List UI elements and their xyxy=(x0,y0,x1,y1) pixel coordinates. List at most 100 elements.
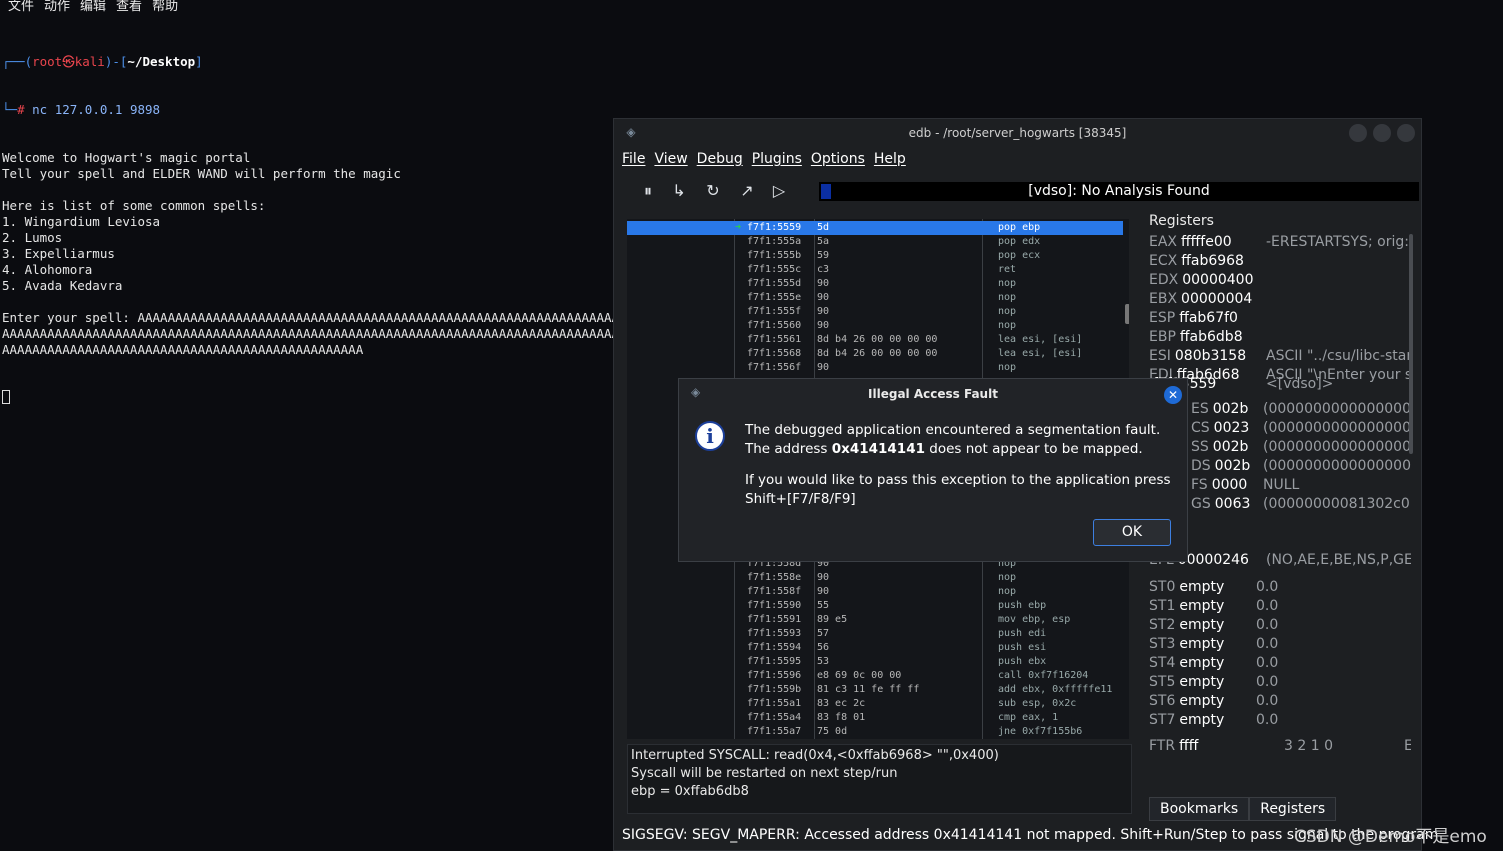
disasm-instruction: mov ebp, esp xyxy=(998,614,1071,625)
disasm-row[interactable]: ➜ f7f1:5559 5d pop ebp xyxy=(627,221,1123,235)
step-into-icon[interactable]: ↳ xyxy=(669,181,689,201)
pause-icon[interactable]: ⏸ xyxy=(638,181,658,201)
disasm-instruction: push edi xyxy=(998,628,1047,639)
analysis-status: [vdso]: No Analysis Found xyxy=(819,182,1419,201)
disasm-instruction: cmp eax, 1 xyxy=(998,712,1059,723)
disasm-instruction: call 0xf7f16204 xyxy=(998,670,1089,681)
prompt-line-2: └─# nc 127.0.0.1 9898 xyxy=(2,102,161,117)
disasm-address: f7f1:5591 xyxy=(747,614,802,625)
disasm-row[interactable]: f7f1:556f 90 nop xyxy=(627,361,1123,375)
menubar-item[interactable]: 查看 xyxy=(116,0,142,14)
disasm-row[interactable]: f7f1:555e 90 nop xyxy=(627,291,1123,305)
disasm-row[interactable]: f7f1:555c c3 ret xyxy=(627,263,1123,277)
run-icon[interactable]: ▷ xyxy=(769,181,789,201)
disasm-row[interactable]: f7f1:559b 81 c3 11 fe ff ff add ebx, 0xfff… xyxy=(627,683,1123,697)
minimize-button[interactable] xyxy=(1349,124,1367,142)
register-value: ffab67f0 xyxy=(1179,310,1238,326)
register-value: 0063 xyxy=(1214,496,1251,512)
efl-row: EFL00000246(NO,AE,E,BE,NS,P,GE xyxy=(1149,552,1411,571)
disasm-instruction: nop xyxy=(998,320,1017,331)
edb-menu-view[interactable]: View xyxy=(654,151,687,167)
step-out-icon[interactable]: ↗ xyxy=(737,181,757,201)
disasm-bytes: 83 f8 01 xyxy=(817,712,866,723)
fpu-row: ST7 empty 0.0 xyxy=(1149,712,1411,731)
ok-button[interactable]: OK xyxy=(1093,519,1171,546)
segment-row: GS 0063 (00000000081302c0 xyxy=(1149,496,1411,515)
disasm-row[interactable]: f7f1:555d 90 nop xyxy=(627,277,1123,291)
disasm-address: f7f1:5595 xyxy=(747,656,802,667)
disasm-bytes: 56 xyxy=(817,642,830,653)
register-value: 00000004 xyxy=(1181,291,1253,307)
disasm-row[interactable]: f7f1:555a 5a pop edx xyxy=(627,235,1123,249)
disasm-row[interactable]: f7f1:558f 90 nop xyxy=(627,585,1123,599)
disasm-row[interactable]: f7f1:5595 53 push ebx xyxy=(627,655,1123,669)
edb-menu-debug[interactable]: Debug xyxy=(697,151,743,167)
terminal-command: nc 127.0.0.1 9898 xyxy=(32,102,161,117)
disasm-instruction: push esi xyxy=(998,642,1047,653)
dialog-close-icon[interactable]: ✕ xyxy=(1164,386,1182,404)
prompt-host: kali xyxy=(74,54,105,69)
tab-bookmarks[interactable]: Bookmarks xyxy=(1149,797,1250,821)
registers-scrollbar[interactable] xyxy=(1409,234,1413,454)
register-value: ffab6db8 xyxy=(1179,329,1243,345)
disasm-row[interactable]: f7f1:5568 8d b4 26 00 00 00 00 lea esi, [e… xyxy=(627,347,1123,361)
disasm-bytes: 53 xyxy=(817,656,830,667)
disasm-bytes: 59 xyxy=(817,250,830,261)
register-row: f7f15559<[vdso]> xyxy=(1149,376,1411,395)
disasm-address: f7f1:5594 xyxy=(747,642,802,653)
register-value: empty xyxy=(1179,598,1225,614)
disasm-row[interactable]: f7f1:5590 55 push ebp xyxy=(627,599,1123,613)
register-value: 002b xyxy=(1212,401,1249,417)
disasm-address: f7f1:5561 xyxy=(747,334,802,345)
disasm-row[interactable]: f7f1:5596 e8 69 0c 00 00 call 0xf7f16204 xyxy=(627,669,1123,683)
disasm-row[interactable]: f7f1:5561 8d b4 26 00 00 00 00 lea esi, [e… xyxy=(627,333,1123,347)
disasm-row[interactable]: f7f1:5591 89 e5 mov ebp, esp xyxy=(627,613,1123,627)
disasm-instruction: lea esi, [esi] xyxy=(998,348,1083,359)
close-window-button[interactable] xyxy=(1397,124,1415,142)
disasm-row[interactable]: f7f1:5560 90 nop xyxy=(627,319,1123,333)
fault-address: 0x41414141 xyxy=(831,441,925,457)
disasm-row[interactable]: f7f1:555b 59 pop ecx xyxy=(627,249,1123,263)
edb-menu-help[interactable]: Help xyxy=(874,151,906,167)
step-over-icon[interactable]: ↻ xyxy=(703,181,723,201)
u-flag: U 0 xyxy=(1149,515,1411,534)
register-row: EBP ffab6db8 xyxy=(1149,329,1411,348)
info-icon: i xyxy=(695,421,725,451)
menubar-item[interactable]: 文件 xyxy=(8,0,34,14)
disasm-instruction: push ebx xyxy=(998,656,1047,667)
disasm-row[interactable]: f7f1:5593 57 push edi xyxy=(627,627,1123,641)
edb-menu-options[interactable]: Options xyxy=(811,151,865,167)
disasm-row[interactable]: f7f1:5594 56 push esi xyxy=(627,641,1123,655)
disasm-instruction: add ebx, 0xfffffe11 xyxy=(998,684,1113,695)
edb-menu-plugins[interactable]: Plugins xyxy=(752,151,802,167)
segment-row: SS 002b (0000000000000000 xyxy=(1149,439,1411,458)
disasm-instruction: ret xyxy=(998,264,1017,275)
disasm-row[interactable]: f7f1:55a7 75 0d jne 0xf7f155b6 xyxy=(627,725,1123,739)
edb-menu-file[interactable]: File xyxy=(622,151,645,167)
tab-registers[interactable]: Registers xyxy=(1249,797,1337,821)
disasm-bytes: 57 xyxy=(817,628,830,639)
registers-tabs: Bookmarks Registers xyxy=(1149,797,1337,823)
disasm-row[interactable]: f7f1:558e 90 nop xyxy=(627,571,1123,585)
disasm-row[interactable]: f7f1:55a4 83 f8 01 cmp eax, 1 xyxy=(627,711,1123,725)
edb-menubar: File View Debug Plugins Options Help xyxy=(622,151,915,173)
disasm-address: f7f1:5559 xyxy=(747,222,802,233)
disasm-instruction: pop ebp xyxy=(998,222,1041,233)
menubar-item[interactable]: 编辑 xyxy=(80,0,106,14)
fpu-row: ST6 empty 0.0 xyxy=(1149,693,1411,712)
register-comment: 3 2 1 0 xyxy=(1284,738,1333,754)
disasm-scrollbar[interactable] xyxy=(1125,304,1129,324)
maximize-button[interactable] xyxy=(1373,124,1391,142)
fpu-row: ST4 empty 0.0 xyxy=(1149,655,1411,674)
disasm-row[interactable]: f7f1:55a1 83 ec 2c sub esp, 0x2c xyxy=(627,697,1123,711)
disasm-instruction: pop ecx xyxy=(998,250,1041,261)
info-line-1: Interrupted SYSCALL: read(0x4,<0xffab696… xyxy=(631,748,999,763)
register-name: ES xyxy=(1191,401,1209,417)
menubar-item[interactable]: 帮助 xyxy=(152,0,178,14)
register-name: GS xyxy=(1191,496,1211,512)
disasm-address: f7f1:55a4 xyxy=(747,712,802,723)
disasm-bytes: 8d b4 26 00 00 00 00 xyxy=(817,348,938,359)
fpu-row: ST0 empty 0.0 xyxy=(1149,579,1411,598)
menubar-item[interactable]: 动作 xyxy=(44,0,70,14)
disasm-row[interactable]: f7f1:555f 90 nop xyxy=(627,305,1123,319)
